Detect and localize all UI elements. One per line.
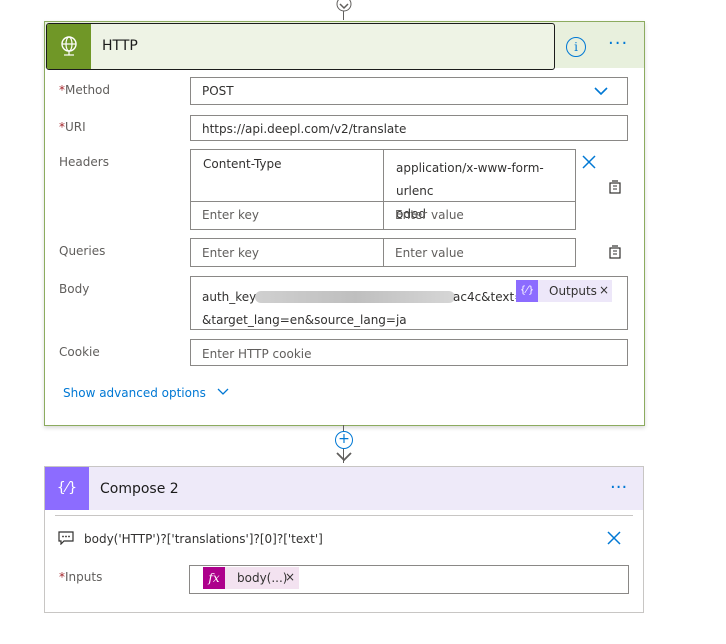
info-icon[interactable]: i	[566, 37, 586, 57]
compose-token-icon: {⁄}	[516, 280, 538, 302]
cookie-input[interactable]: Enter HTTP cookie	[190, 339, 628, 366]
query-value-input[interactable]: Enter value	[395, 246, 464, 260]
queries-label: Queries	[59, 244, 106, 258]
queries-table: Enter key Enter value	[190, 238, 576, 267]
more-options-icon[interactable]: ···	[608, 33, 628, 54]
http-header[interactable]: HTTP	[46, 23, 555, 70]
outputs-token-label: Outputs	[549, 284, 597, 298]
body-mid-text: ac4c&text=	[453, 290, 525, 304]
body-token-label: body(...)	[237, 571, 288, 585]
inputs-label: *Inputs	[59, 570, 103, 584]
chevron-down-icon	[594, 87, 608, 96]
method-label: *Method	[59, 83, 111, 97]
uri-label: *URI	[59, 120, 86, 134]
uri-value: https://api.deepl.com/v2/translate	[202, 122, 407, 136]
token-remove-icon[interactable]: ×	[285, 570, 295, 584]
header-key-cell[interactable]: Content-Type	[203, 157, 282, 171]
header-key-input[interactable]: Enter key	[202, 208, 259, 222]
comment-icon	[58, 531, 74, 545]
arrow-down-icon	[336, 452, 352, 462]
headers-label: Headers	[59, 155, 109, 169]
uri-input[interactable]: https://api.deepl.com/v2/translate	[190, 115, 628, 141]
compose-divider	[55, 515, 633, 516]
token-remove-icon[interactable]: ×	[599, 283, 609, 297]
body-line2-text: &target_lang=en&source_lang=ja	[202, 313, 407, 327]
compose-icon: {⁄}	[45, 467, 89, 510]
query-key-input[interactable]: Enter key	[202, 246, 259, 260]
insert-step-button[interactable]: +	[335, 431, 353, 449]
outputs-token[interactable]: {⁄} Outputs ×	[516, 280, 612, 302]
chevron-down-icon	[217, 388, 229, 395]
top-arrow-icon	[336, 0, 352, 12]
body-expression-token[interactable]: fx body(...) ×	[203, 567, 299, 589]
compose-header[interactable]: {⁄} Compose 2 ···	[45, 467, 643, 510]
body-input[interactable]: auth_key= ac4c&text= {⁄} Outputs × &targ…	[190, 276, 628, 330]
body-label: Body	[59, 282, 90, 296]
switch-to-text-mode-icon[interactable]	[607, 179, 623, 195]
compose-card-title: Compose 2	[100, 481, 179, 497]
cookie-placeholder: Enter HTTP cookie	[202, 347, 312, 361]
more-options-icon[interactable]: ···	[610, 477, 627, 498]
fx-icon: fx	[203, 567, 225, 589]
redacted-key	[255, 291, 455, 303]
http-action-icon-box	[47, 24, 91, 69]
close-icon[interactable]	[606, 530, 622, 546]
close-icon[interactable]	[581, 154, 597, 170]
cookie-label: Cookie	[59, 345, 100, 359]
headers-table: Content-Type application/x-www-form-urle…	[190, 149, 576, 230]
method-value: POST	[202, 84, 234, 98]
method-dropdown[interactable]: POST	[190, 77, 628, 105]
switch-to-text-mode-icon[interactable]	[607, 244, 623, 260]
globe-icon	[61, 36, 77, 56]
http-card-title: HTTP	[102, 38, 138, 54]
show-advanced-options-link[interactable]: Show advanced options	[63, 386, 230, 400]
compose-expression-note: body('HTTP')?['translations']?[0]?['text…	[84, 532, 323, 546]
header-value-input[interactable]: Enter value	[395, 208, 464, 222]
